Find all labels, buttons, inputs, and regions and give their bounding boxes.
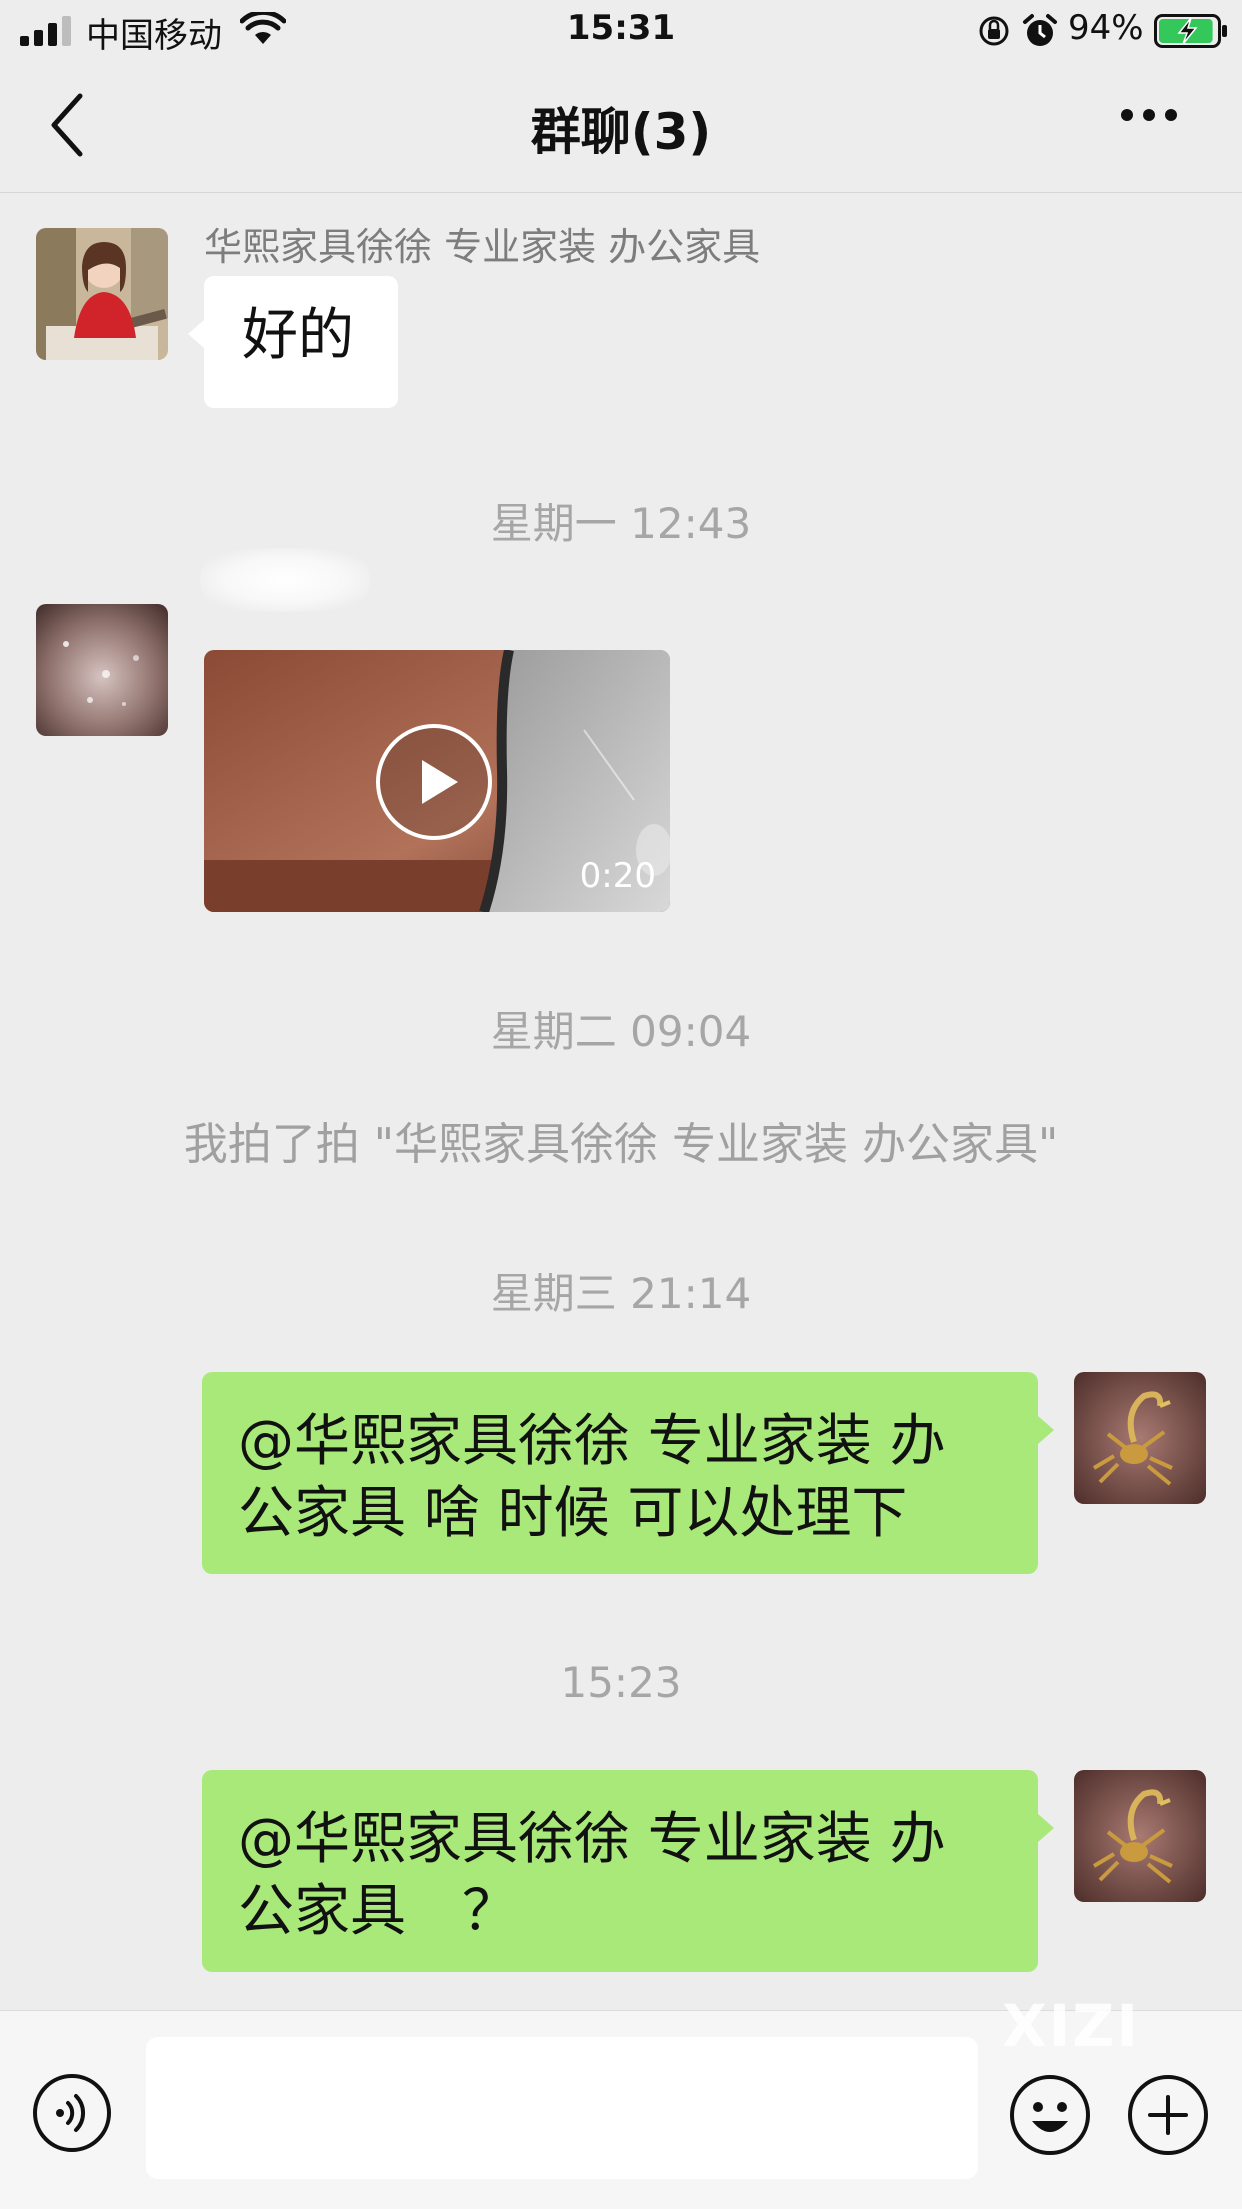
nav-bar: 群聊(3): [0, 62, 1242, 193]
avatar-photo: [1074, 1372, 1206, 1504]
battery-percentage: 94%: [1068, 8, 1144, 48]
system-message: 我拍了拍 "华熙家具徐徐 专业家装 办公家具": [183, 1119, 1059, 1170]
avatar[interactable]: [1074, 1770, 1206, 1902]
video-duration: 0:20: [579, 856, 656, 896]
avatar-photo: [36, 604, 168, 736]
watermark: XIZI: [1002, 1992, 1140, 2060]
avatar[interactable]: [36, 228, 168, 360]
avatar-photo: [36, 228, 168, 360]
timestamp: 星期三 21:14: [490, 1269, 752, 1318]
status-bar: 中国移动 15:31 94%: [0, 0, 1242, 62]
message-text-line: @华熙家具徐徐 专业家装 办: [238, 1409, 946, 1474]
video-message[interactable]: 0:20: [204, 650, 670, 912]
battery-charging-icon: [1154, 14, 1227, 48]
message-text: 好的: [242, 303, 354, 368]
plus-icon[interactable]: [1126, 2073, 1210, 2157]
alarm-icon: [1023, 14, 1057, 46]
timestamp: 星期二 09:04: [490, 1007, 752, 1056]
voice-icon[interactable]: [32, 2073, 112, 2153]
message-bubble[interactable]: @华熙家具徐徐 专业家装 办 公家具 ？: [202, 1770, 1054, 1972]
timestamp: 15:23: [560, 1658, 682, 1707]
emoji-icon[interactable]: [1008, 2073, 1092, 2157]
timestamp: 星期一 12:43: [490, 499, 752, 548]
message-input[interactable]: [146, 2037, 978, 2179]
message-bubble[interactable]: @华熙家具徐徐 专业家装 办 公家具 啥 时候 可以处理下: [202, 1372, 1054, 1574]
more-dots-icon[interactable]: [1116, 106, 1188, 146]
avatar-photo: [1074, 1770, 1206, 1902]
avatar[interactable]: [1074, 1372, 1206, 1504]
avatar[interactable]: [36, 604, 168, 736]
blurred-sender-name: [200, 548, 370, 612]
play-icon[interactable]: [374, 722, 494, 842]
sender-name: 华熙家具徐徐 专业家装 办公家具: [204, 225, 761, 269]
orientation-lock-icon: [979, 16, 1009, 46]
message-text-line: 公家具 ？: [238, 1879, 518, 1944]
message-text-line: 公家具 啥 时候 可以处理下: [238, 1481, 908, 1546]
message-text-line: @华熙家具徐徐 专业家装 办: [238, 1807, 946, 1872]
page-title: 群聊(3): [530, 103, 712, 161]
message-bubble[interactable]: 好的: [188, 276, 398, 408]
